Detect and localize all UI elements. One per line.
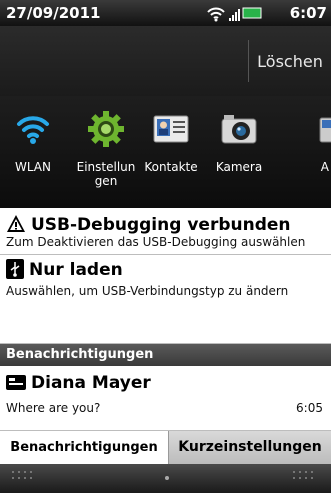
wifi-icon: [207, 7, 225, 22]
drag-handle[interactable]: [0, 464, 331, 493]
quick-item-label: WLAN: [14, 160, 51, 174]
notification-message[interactable]: Diana Mayer Where are you? 6:05: [0, 366, 331, 431]
status-time: 6:07: [289, 4, 327, 22]
quick-item-kontakte[interactable]: Kontakte: [140, 110, 202, 174]
notification-title-text: Nur laden: [29, 260, 123, 280]
contacts-icon: [151, 110, 191, 148]
status-date: 27/09/2011: [6, 4, 101, 22]
tab-notifications[interactable]: Benachrichtigungen: [0, 431, 168, 464]
tab-bar: Benachrichtigungen Kurzeinstellungen: [0, 431, 331, 464]
quick-item-label: Einstellungen: [76, 160, 136, 188]
notification-charge-only[interactable]: Nur laden Auswählen, um USB-Verbindungst…: [0, 255, 331, 344]
notification-subtitle: Zum Deaktivieren das USB-Debugging auswä…: [6, 235, 306, 249]
tab-quick-settings[interactable]: Kurzeinstellungen: [168, 431, 331, 464]
quick-item-wlan[interactable]: WLAN: [2, 110, 64, 174]
notification-time: 6:05: [296, 401, 323, 415]
notification-subtitle: Auswählen, um USB-Verbindungstyp zu ände…: [6, 284, 289, 298]
notification-title-text: Diana Mayer: [31, 373, 151, 393]
quick-item-partial[interactable]: A: [294, 110, 331, 174]
battery-icon: [242, 7, 262, 19]
gear-icon: [86, 110, 126, 148]
status-icons: [205, 3, 265, 23]
notification-title: Diana Mayer: [6, 373, 151, 397]
app-icon: [316, 110, 331, 148]
notification-title: Nur laden: [6, 259, 123, 284]
notification-header: Löschen: [0, 26, 331, 96]
grip-right: [293, 471, 319, 485]
notification-title-text: USB-Debugging verbunden: [31, 215, 291, 235]
grip-left: [12, 471, 38, 485]
usb-icon: [6, 259, 24, 284]
camera-icon: [219, 110, 259, 148]
status-bar: 27/09/2011 6:07: [0, 0, 331, 26]
quick-item-label: A: [320, 160, 329, 174]
quick-item-label: Kamera: [215, 160, 263, 174]
notification-subtitle: Where are you?: [6, 401, 101, 415]
quick-item-kamera[interactable]: Kamera: [208, 110, 270, 174]
quick-item-label: Kontakte: [144, 160, 198, 174]
notification-usb-debugging[interactable]: USB-Debugging verbunden Zum Deaktivieren…: [0, 208, 331, 255]
wifi-icon: [13, 110, 53, 148]
signal-icon: [229, 9, 240, 21]
clear-button[interactable]: Löschen: [249, 48, 331, 76]
message-icon: [6, 374, 26, 397]
section-header: Benachrichtigungen: [0, 344, 331, 366]
handle-dot: [165, 476, 169, 480]
quick-item-einstellungen[interactable]: Einstellungen: [74, 110, 138, 188]
quick-settings-bar: WLAN Einstellungen Kontakte Kamera A: [0, 96, 331, 208]
